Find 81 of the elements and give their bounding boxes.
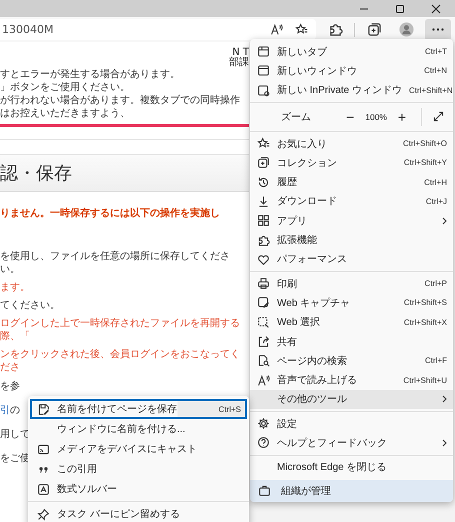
favorites-icon bbox=[257, 137, 270, 150]
menu-item[interactable]: パフォーマンス bbox=[250, 250, 453, 269]
menu-item[interactable]: Microsoft Edge を閉じる bbox=[250, 458, 453, 477]
read-aloud-icon bbox=[257, 374, 270, 387]
body-text: 用して bbox=[0, 428, 30, 441]
body-text: ます。 bbox=[0, 281, 31, 294]
notice-text: すとエラーが発生する場合があります。 bbox=[0, 68, 181, 81]
menu-item[interactable]: 音声で読み上げる Ctrl+Shift+U bbox=[250, 370, 453, 390]
menu-item[interactable]: この引用 bbox=[30, 459, 247, 479]
header-text: 部課 bbox=[228, 58, 249, 68]
inprivate-window-icon bbox=[257, 84, 270, 97]
find-icon bbox=[257, 354, 270, 368]
share-icon bbox=[257, 335, 270, 348]
window-icon bbox=[257, 64, 270, 78]
download-icon bbox=[257, 194, 270, 208]
favorites-icon bbox=[295, 23, 308, 36]
more-button[interactable] bbox=[425, 18, 451, 40]
menu-item[interactable]: ページ内の検索 Ctrl+F bbox=[250, 351, 453, 370]
close-icon[interactable] bbox=[431, 4, 441, 14]
fullscreen-icon bbox=[432, 110, 445, 124]
read-aloud-icon bbox=[270, 23, 283, 36]
body-text: ンをクリックされた後、会員ログインをおこなってくださ bbox=[0, 348, 241, 374]
math-solver-icon bbox=[37, 482, 50, 496]
settings-icon bbox=[257, 417, 270, 430]
collections-icon bbox=[257, 156, 270, 170]
zoom-label: ズーム bbox=[281, 110, 312, 124]
tab-icon bbox=[257, 45, 270, 58]
extensions-icon bbox=[257, 234, 270, 247]
apps-icon bbox=[257, 214, 270, 228]
menu-item[interactable]: ウィンドウに名前を付ける... bbox=[30, 419, 247, 439]
menu-item[interactable]: 名前を付けてページを保存 Ctrl+S bbox=[30, 399, 247, 419]
zoom-in-button[interactable]: + bbox=[393, 108, 411, 125]
menu-item[interactable]: 印刷 Ctrl+P bbox=[250, 274, 453, 294]
menu-item[interactable]: 数式ソルバー bbox=[30, 479, 247, 499]
notice-text: 」ボタンをご使用ください。 bbox=[0, 81, 131, 94]
body-text: ログインした上で一時保存されたファイルを再開する際、「 bbox=[0, 317, 241, 343]
heart-icon bbox=[257, 252, 270, 266]
menu-item[interactable]: その他のツール bbox=[250, 390, 453, 410]
print-icon bbox=[257, 277, 270, 290]
menu-item[interactable]: ダウンロード Ctrl+J bbox=[250, 192, 453, 212]
menu-item[interactable]: 新しいタブ Ctrl+T bbox=[250, 42, 453, 62]
maximize-icon[interactable] bbox=[395, 4, 405, 14]
zoom-level: 100% bbox=[365, 112, 387, 122]
menu-item[interactable]: 共有 bbox=[250, 332, 453, 352]
body-text: てください。 bbox=[0, 299, 61, 312]
managed-by-organization[interactable]: 組織が管理 bbox=[250, 480, 453, 502]
briefcase-icon bbox=[258, 484, 271, 498]
header-text: N T bbox=[232, 48, 249, 58]
menu-item[interactable]: アプリ bbox=[250, 211, 453, 230]
help-icon bbox=[257, 436, 270, 450]
save-page-icon bbox=[37, 402, 50, 416]
menu-item[interactable]: メディアをデバイスにキャスト bbox=[30, 439, 247, 459]
menu-item[interactable]: 拡張機能 bbox=[250, 230, 453, 250]
web-capture-icon bbox=[257, 296, 270, 310]
menu-item[interactable]: コレクション Ctrl+Shift+Y bbox=[250, 153, 453, 172]
address-bar[interactable]: 130040M bbox=[0, 19, 316, 40]
history-icon bbox=[257, 176, 270, 189]
menu-item[interactable]: 新しい InPrivate ウィンドウ Ctrl+Shift+N bbox=[250, 80, 453, 100]
warning-text: りません。一時保存するには以下の操作を実施し bbox=[0, 206, 221, 220]
web-select-icon bbox=[257, 316, 270, 329]
menu-item[interactable]: Web キャプチャ Ctrl+Shift+S bbox=[250, 293, 453, 313]
section-heading: 認・保存 bbox=[0, 154, 249, 192]
collections-icon[interactable] bbox=[366, 22, 382, 37]
notice-text: が行われない場合があります。複数タブでの同時操作はお控えいただきますよう、 bbox=[0, 94, 241, 120]
more-icon bbox=[432, 28, 444, 31]
zoom-out-button[interactable]: − bbox=[341, 108, 360, 125]
menu-item[interactable]: Web 選択 Ctrl+Shift+X bbox=[250, 312, 453, 332]
cast-icon bbox=[37, 442, 50, 456]
body-text: を参 bbox=[0, 380, 20, 393]
menu-item[interactable]: 新しいウィンドウ Ctrl+N bbox=[250, 61, 453, 81]
extensions-icon[interactable] bbox=[328, 22, 342, 37]
menu-item[interactable]: ヘルプとフィードバック bbox=[250, 433, 453, 453]
menu-item[interactable]: タスク バーにピン留めする bbox=[30, 504, 247, 522]
link[interactable]: 引 bbox=[0, 403, 10, 417]
body-text: を使用し、ファイルを任意の場所に保存してください。 bbox=[0, 250, 231, 276]
menu-item[interactable]: 設定 bbox=[250, 414, 453, 434]
pin-icon bbox=[37, 508, 50, 520]
menu-item[interactable]: 履歴 Ctrl+H bbox=[250, 172, 453, 192]
body-text: の bbox=[10, 404, 20, 417]
avatar-icon[interactable] bbox=[398, 22, 414, 37]
menu-item[interactable]: お気に入り Ctrl+Shift+O bbox=[250, 134, 453, 154]
